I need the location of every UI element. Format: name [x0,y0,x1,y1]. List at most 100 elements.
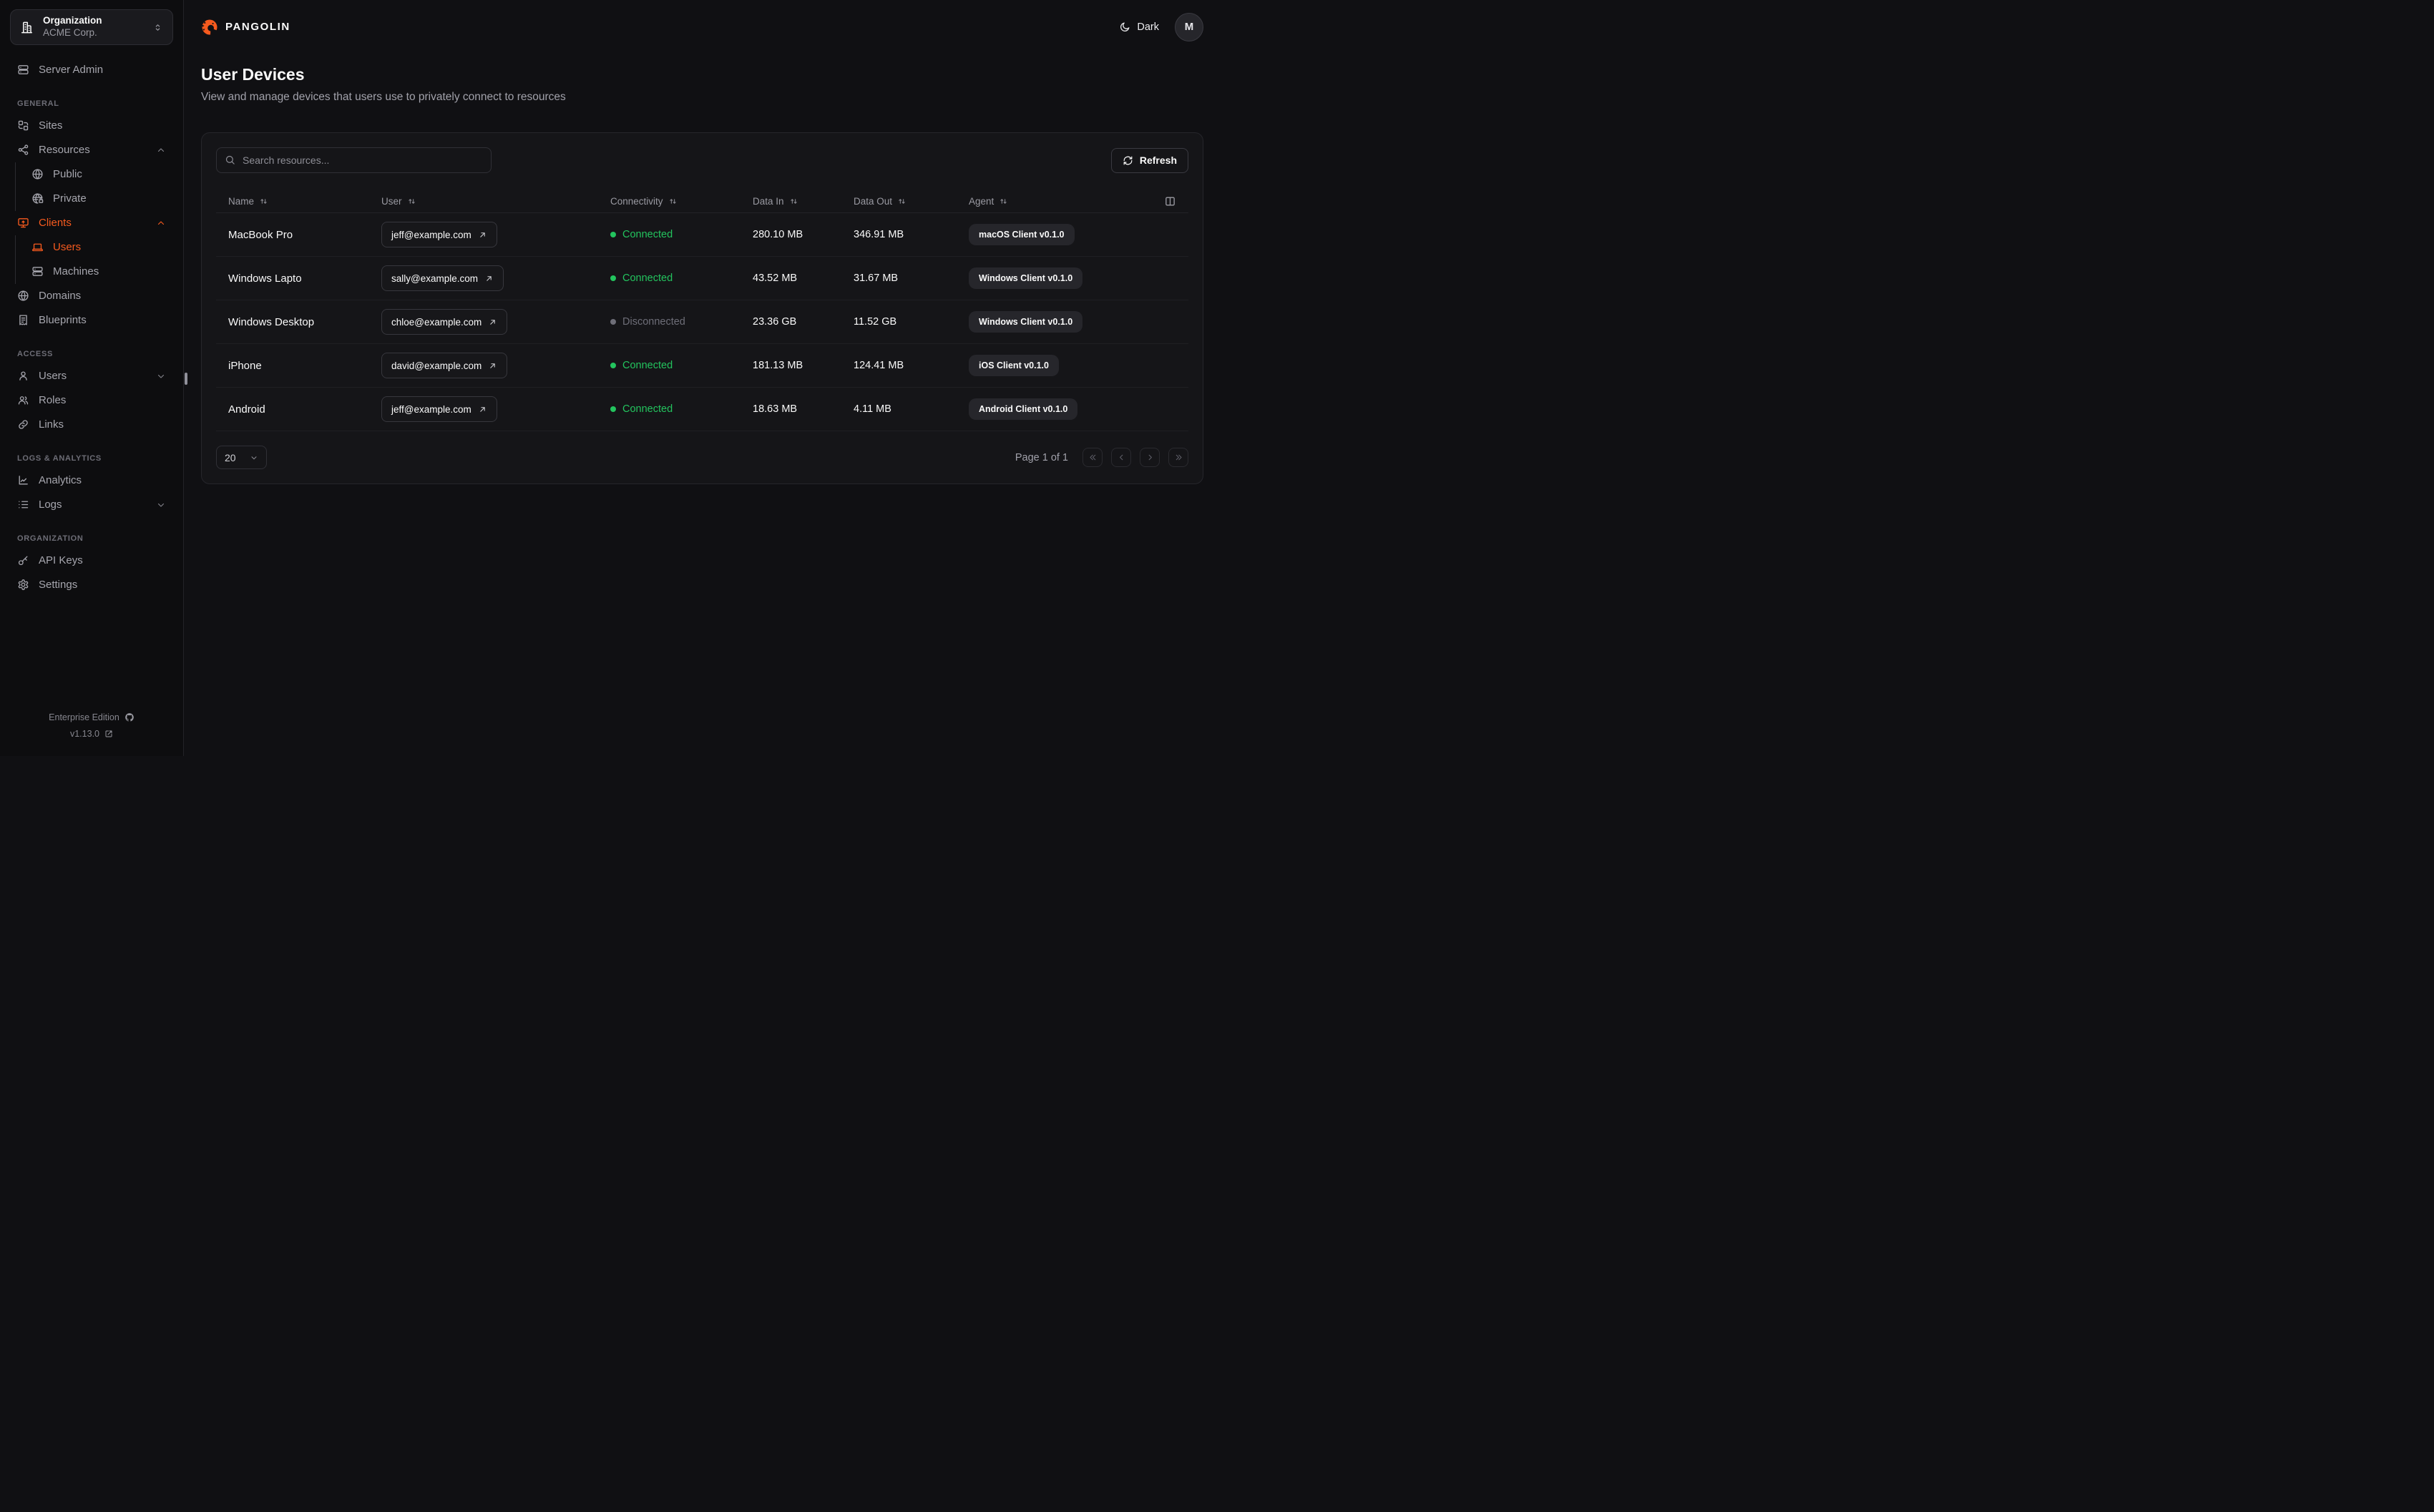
sidebar-item-public[interactable]: Public [24,162,173,186]
version-label: v1.13.0 [69,729,99,739]
sidebar-item-resources[interactable]: Resources [10,138,173,162]
sidebar-item-private[interactable]: Private [24,187,173,210]
sidebar-item-label: Logs [39,499,62,511]
edition-link[interactable]: Enterprise Edition [10,712,173,722]
gear-icon [17,579,29,591]
sidebar-item-label: Server Admin [39,64,104,76]
search-icon [225,154,235,165]
arrow-up-right-icon [488,318,497,327]
sidebar-item-server-admin[interactable]: Server Admin [10,58,173,82]
chart-line-icon [17,474,29,486]
sidebar-item-machines[interactable]: Machines [24,260,173,283]
chevron-down-icon [250,453,258,462]
sidebar-item-label: Resources [39,144,90,156]
status-badge: Connected [610,273,753,284]
users-icon [17,394,29,406]
sidebar-item-label: Users [39,370,67,382]
user-icon [17,370,29,382]
theme-toggle[interactable]: Dark [1119,21,1159,33]
sidebar-item-label: Settings [39,579,78,591]
resources-subnav: Public Private [15,162,173,211]
main-area: PANGOLIN Dark M User Devices View and ma… [184,0,1217,756]
sort-icon [999,197,1008,206]
moon-icon [1119,21,1130,33]
sidebar-item-label: Clients [39,217,72,229]
sidebar-item-clients[interactable]: Clients [10,211,173,235]
card-toolbar: Refresh [216,147,1188,173]
column-header-name[interactable]: Name [228,196,381,207]
list-icon [17,499,29,511]
columns-toggle-icon[interactable] [1164,195,1176,207]
sidebar-item-sites[interactable]: Sites [10,114,173,137]
page-size-select[interactable]: 20 [216,446,267,469]
user-link-button[interactable]: david@example.com [381,353,508,378]
status-badge: Connected [610,360,753,371]
sidebar-item-users[interactable]: Users [10,364,173,388]
sidebar-item-label: Users [53,241,82,253]
sidebar-scrollbar-thumb[interactable] [185,373,187,385]
first-page-button[interactable] [1082,448,1103,467]
agent-badge: macOS Client v0.1.0 [969,224,1075,245]
org-selector-value: ACME Corp. [43,27,97,38]
sidebar-nav: Server Admin GENERAL Sites Resources Pub… [10,45,173,597]
sidebar-item-label: Private [53,192,87,205]
column-header-agent[interactable]: Agent [969,196,1150,207]
sidebar-item-settings[interactable]: Settings [10,573,173,597]
sort-icon [789,197,798,206]
version-link[interactable]: v1.13.0 [10,729,173,739]
sidebar-item-blueprints[interactable]: Blueprints [10,308,173,332]
sidebar-item-links[interactable]: Links [10,413,173,436]
search-input[interactable] [216,147,492,173]
next-page-button[interactable] [1140,448,1160,467]
sidebar-item-label: Sites [39,119,63,132]
chevron-up-down-icon [152,22,163,33]
chevron-down-icon [156,371,166,381]
data-in: 23.36 GB [753,316,797,328]
data-out: 11.52 GB [854,316,897,328]
column-header-user[interactable]: User [381,196,610,207]
status-badge: Disconnected [610,316,753,328]
chevron-down-icon [156,500,166,510]
refresh-icon [1123,155,1133,166]
sidebar-item-api-keys[interactable]: API Keys [10,549,173,572]
column-header-data-in[interactable]: Data In [753,196,854,207]
agent-badge: Windows Client v0.1.0 [969,311,1083,333]
page-title: User Devices [201,65,305,84]
device-name: Android [228,403,265,416]
user-link-button[interactable]: jeff@example.com [381,222,497,247]
section-label-access: ACCESS [17,350,54,358]
prev-page-button[interactable] [1111,448,1131,467]
sidebar-item-domains[interactable]: Domains [10,284,173,308]
status-dot [610,275,616,281]
arrow-up-right-icon [484,274,494,283]
org-selector-label: Organization [43,15,102,26]
laptop-icon [31,241,44,253]
section-label-organization: ORGANIZATION [17,534,84,543]
user-link-button[interactable]: jeff@example.com [381,396,497,422]
sidebar: Organization ACME Corp. Server Admin GEN… [0,0,184,756]
user-link-button[interactable]: sally@example.com [381,265,504,291]
sidebar-item-roles[interactable]: Roles [10,388,173,412]
last-page-button[interactable] [1168,448,1188,467]
refresh-button[interactable]: Refresh [1110,147,1188,173]
sidebar-item-client-users[interactable]: Users [24,235,173,259]
double-chevron-right-icon [1174,453,1183,462]
avatar[interactable]: M [1175,12,1203,41]
data-in: 181.13 MB [753,360,803,371]
brand-logo[interactable]: PANGOLIN [201,19,290,36]
sidebar-item-logs[interactable]: Logs [10,493,173,516]
key-icon [17,554,29,566]
org-selector[interactable]: Organization ACME Corp. [10,9,173,45]
theme-label: Dark [1137,21,1159,33]
data-out: 31.67 MB [854,273,899,284]
column-header-data-out[interactable]: Data Out [854,196,969,207]
sidebar-item-analytics[interactable]: Analytics [10,468,173,492]
user-link-button[interactable]: chloe@example.com [381,309,508,335]
column-header-connectivity[interactable]: Connectivity [610,196,753,207]
server-icon [31,265,44,278]
status-badge: Connected [610,229,753,240]
page-subtitle: View and manage devices that users use t… [201,91,566,103]
brand-name: PANGOLIN [225,21,290,33]
sidebar-item-label: Analytics [39,474,82,486]
table-row: MacBook Pro jeff@example.com Connected 2… [216,213,1188,257]
